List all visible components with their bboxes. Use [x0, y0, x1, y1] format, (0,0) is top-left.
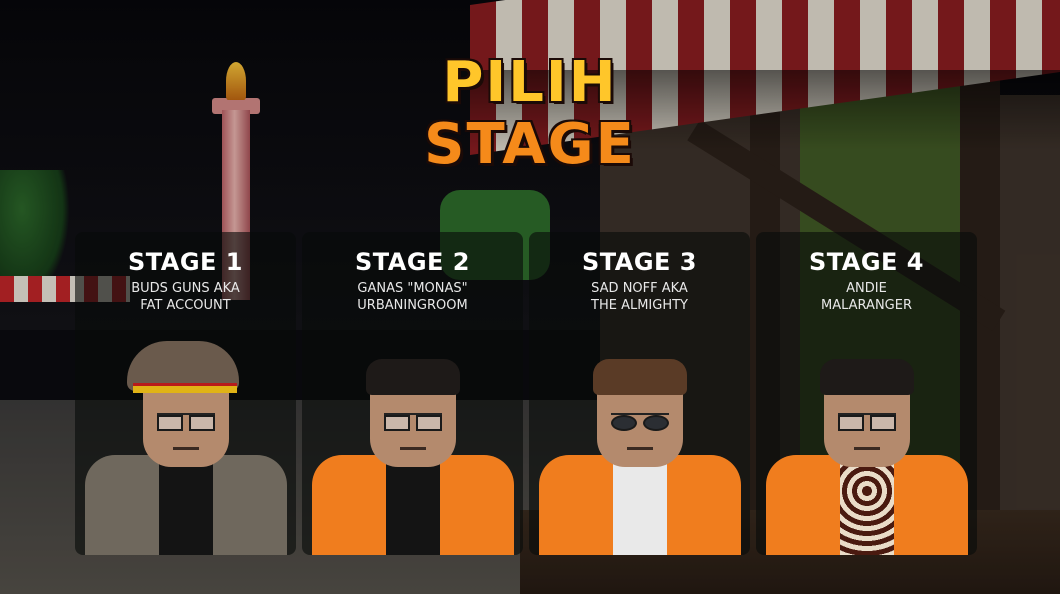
boss-portrait	[75, 335, 296, 555]
boss-portrait	[302, 335, 523, 555]
stage-boss-name: BUDS GUNS AKA FAT ACCOUNT	[131, 281, 240, 313]
title-line-1: PILIH	[442, 50, 618, 115]
stage-card-2[interactable]: STAGE 2 GANAS "MONAS" URBANINGROOM	[302, 232, 523, 555]
stage-card-4[interactable]: STAGE 4 ANDIE MALARANGER	[756, 232, 977, 555]
stage-boss-name: SAD NOFF AKA THE ALMIGHTY	[591, 281, 688, 313]
boss-portrait	[756, 335, 977, 555]
stage-title: STAGE 4	[808, 248, 924, 276]
stage-title: STAGE 2	[354, 248, 470, 276]
title-line-2: STAGE	[424, 112, 636, 177]
stage-boss-name: ANDIE MALARANGER	[821, 281, 912, 313]
stage-card-3[interactable]: STAGE 3 SAD NOFF AKA THE ALMIGHTY	[529, 232, 750, 555]
boss-portrait	[529, 335, 750, 555]
stage-boss-name: GANAS "MONAS" URBANINGROOM	[357, 281, 468, 313]
page-title: PILIH STAGE	[420, 52, 640, 176]
stage-card-1[interactable]: STAGE 1 BUDS GUNS AKA FAT ACCOUNT	[75, 232, 296, 555]
stage-title: STAGE 1	[127, 248, 243, 276]
stage-title: STAGE 3	[581, 248, 697, 276]
